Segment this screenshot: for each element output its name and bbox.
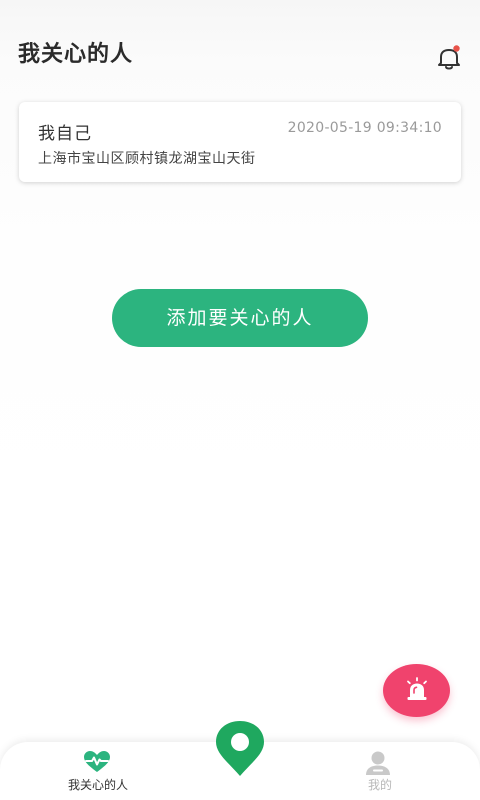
heart-pulse-icon bbox=[82, 750, 112, 778]
location-timestamp: 2020-05-19 09:34:10 bbox=[287, 120, 442, 136]
sos-button[interactable] bbox=[383, 664, 450, 717]
location-address: 上海市宝山区顾村镇龙湖宝山天街 bbox=[38, 151, 256, 167]
location-tab-button[interactable] bbox=[212, 719, 268, 777]
tab-my-care-label: 我关心的人 bbox=[67, 778, 128, 792]
notification-button[interactable] bbox=[432, 40, 466, 74]
tab-mine-label: 我的 bbox=[367, 778, 392, 792]
screen: 我关心的人 我自己 2020-05-19 09:34:10 上海市宝山区顾村镇龙… bbox=[0, 0, 480, 800]
page-title: 我关心的人 bbox=[18, 42, 134, 67]
add-person-button[interactable]: 添加要关心的人 bbox=[112, 289, 368, 347]
person-name: 我自己 bbox=[38, 124, 92, 144]
tab-mine[interactable]: 我的 bbox=[320, 742, 440, 800]
bell-icon bbox=[432, 40, 466, 74]
tab-my-care[interactable]: 我关心的人 bbox=[38, 742, 158, 800]
person-card[interactable]: 我自己 2020-05-19 09:34:10 上海市宝山区顾村镇龙湖宝山天街 bbox=[19, 102, 461, 182]
location-pin-icon bbox=[212, 721, 268, 781]
